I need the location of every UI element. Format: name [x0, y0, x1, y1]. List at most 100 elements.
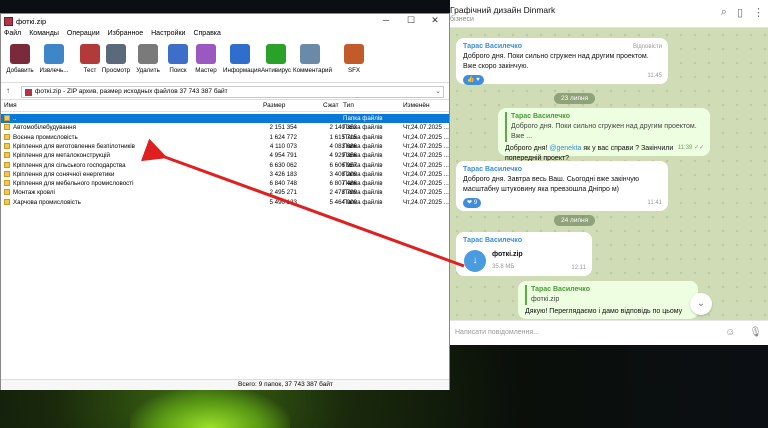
cell-name: Монтаж кровлі	[13, 189, 55, 197]
cell-size: 2 495 271	[269, 189, 297, 197]
table-row[interactable]: Кріплення для сонячної енергетики 3 426 1…	[1, 170, 449, 179]
comment-icon	[300, 44, 320, 64]
search-icon[interactable]: ⌕	[721, 6, 727, 19]
chat-area[interactable]: Тарас Василечко Відповісти Доброго дня. …	[450, 28, 768, 320]
menu-file[interactable]: Файл	[4, 30, 21, 42]
message-time: 12:11	[571, 265, 586, 271]
table-row[interactable]: Кріплення для мебельного промисловості 6 …	[1, 179, 449, 188]
message-input[interactable]: Написати повідомлення...	[455, 329, 539, 336]
cell-type: Папка файлів	[343, 198, 383, 206]
toolbar-button-add[interactable]: Добавить	[3, 44, 37, 82]
file-name[interactable]: фоткі.zip	[492, 250, 523, 260]
table-row[interactable]: Автомобілебудування 2 151 354 2 140 353 Пап…	[1, 123, 449, 132]
toolbar-button-delete[interactable]: Удалить	[131, 44, 165, 82]
folder-icon	[4, 161, 10, 168]
menu-settings[interactable]: Настройки	[151, 30, 185, 42]
chevron-down-icon[interactable]: ⌄	[435, 87, 441, 95]
file-message-bubble[interactable]: Тарас Василечко ↓ фоткі.zip 35.8 МБ 12:1…	[456, 232, 592, 276]
cell-size: 2 151 354	[269, 124, 297, 132]
column-modified[interactable]: Изменён	[403, 102, 430, 109]
menu-operations[interactable]: Операции	[67, 30, 100, 42]
column-packed[interactable]: Сжат	[323, 102, 339, 109]
table-row[interactable]: Монтаж кровлі 2 495 271 2 478 799 Папка фай…	[1, 188, 449, 197]
column-size[interactable]: Размер	[263, 102, 285, 109]
table-row[interactable]: Кріплення для сільського господарства 6 6…	[1, 161, 449, 170]
cell-type: Папка файлів	[343, 152, 383, 160]
menu-help[interactable]: Справка	[193, 30, 220, 42]
info-icon	[230, 44, 250, 64]
message-bubble-outgoing[interactable]: Тарас Василечко Доброго дня. Поки сильно…	[498, 108, 710, 162]
toolbar-label: Удалить	[136, 67, 160, 74]
antivirus-icon	[266, 44, 286, 64]
emoji-icon[interactable]: ☺	[725, 327, 735, 338]
cell-name: Харчова промисловість	[13, 198, 81, 206]
path-text: фоткі.zip - ZIP архив, размер исходных ф…	[35, 88, 228, 95]
input-icons: ☺ 🎙	[725, 327, 762, 338]
maximize-icon[interactable]: ☐	[401, 15, 421, 26]
file-list[interactable]: Имя Размер Сжат Тип Изменён .. Папка файл…	[1, 101, 449, 371]
toolbar-label: SFX	[347, 67, 361, 74]
message-sender[interactable]: Тарас Василечко	[463, 165, 661, 175]
cell-modified: Чт,24.07.2025 ...	[403, 152, 449, 160]
more-icon[interactable]: ⋮	[753, 6, 764, 19]
up-arrow-icon[interactable]: ↑	[6, 86, 10, 95]
reaction-badge[interactable]: 👍 ♥	[463, 75, 484, 85]
message-sender[interactable]: Тарас Василечко	[463, 236, 585, 246]
column-type[interactable]: Тип	[343, 102, 354, 109]
tent-glow	[130, 388, 290, 428]
mention-link[interactable]: @genekta	[549, 145, 581, 152]
reply-quote[interactable]: Тарас Василечко Доброго дня. Поки сильно…	[505, 112, 703, 142]
cell-size: 6 630 062	[269, 161, 297, 169]
microphone-icon[interactable]: 🎙	[749, 327, 762, 338]
message-bubble-outgoing[interactable]: Тарас Василечко фоткі.zip Дякую! Перегля…	[518, 281, 698, 319]
sidebar-icon[interactable]: ▯	[737, 6, 743, 19]
toolbar-button-info[interactable]: Информация	[223, 44, 261, 82]
close-icon[interactable]: ✕	[425, 15, 445, 26]
search-icon	[168, 44, 188, 64]
toolbar-button-extract[interactable]: Извлечь...	[37, 44, 71, 82]
minimize-icon[interactable]: ─	[376, 15, 396, 25]
folder-icon	[4, 142, 10, 149]
table-row[interactable]: Кріплення для металоконструкцій 4 954 791…	[1, 151, 449, 160]
file-size: 35.8 МБ	[492, 264, 515, 270]
cell-modified: Чт,24.07.2025 ...	[403, 170, 449, 178]
table-row[interactable]: Харчова промисловість 5 490 133 5 464 000 П…	[1, 198, 449, 207]
toolbar-label: Информация	[223, 67, 261, 74]
reaction-badge[interactable]: ❤ 9	[463, 198, 482, 208]
menu-commands[interactable]: Команды	[29, 30, 59, 42]
path-field[interactable]: фоткі.zip - ZIP архив, размер исходных ф…	[21, 86, 444, 98]
file-download-icon[interactable]: ↓	[464, 250, 486, 272]
column-header: Имя Размер Сжат Тип Изменён	[1, 101, 449, 112]
cell-modified: Чт,24.07.2025 ...	[403, 180, 449, 188]
table-row[interactable]: .. Папка файлів	[1, 114, 449, 124]
toolbar: Добавить Извлечь... Тест Просмотр Удалить Пои…	[1, 43, 449, 83]
toolbar-label: Просмотр	[101, 67, 131, 74]
toolbar-button-view[interactable]: Просмотр	[99, 44, 133, 82]
cell-size: 4 110 073	[269, 142, 297, 150]
folder-icon	[4, 152, 10, 159]
toolbar-button-comment[interactable]: Комментарий	[293, 44, 332, 82]
table-row[interactable]: Кріплення для виготовлення безпілотників…	[1, 142, 449, 151]
chat-title[interactable]: Графічний дизайн Dinmark	[450, 5, 555, 15]
table-row[interactable]: Воєнна промисловість 1 624 772 1 615 715 Па…	[1, 133, 449, 142]
archive-icon	[25, 89, 32, 96]
message-bubble[interactable]: Тарас Василечко Відповісти Доброго дня. …	[456, 38, 668, 85]
toolbar-button-sfx[interactable]: SFX	[337, 44, 371, 82]
scroll-down-icon[interactable]: ⌄	[690, 293, 712, 315]
view-icon	[106, 44, 126, 64]
quote-text: фоткі.zip	[531, 296, 560, 303]
toolbar-button-wizard[interactable]: Мастер	[189, 44, 223, 82]
sfx-icon	[344, 44, 364, 64]
message-bubble[interactable]: Тарас Василечко Доброго дня. Завтра весь…	[456, 161, 668, 211]
toolbar-label: Антивирус	[260, 67, 292, 74]
cell-name: ..	[13, 115, 17, 122]
reply-quote[interactable]: Тарас Василечко фоткі.zip	[525, 285, 691, 305]
winrar-window: фоткі.zip ─ ☐ ✕ Файл Команды Операции Из…	[0, 13, 450, 390]
message-time: 11:41	[647, 200, 662, 206]
wizard-icon	[196, 44, 216, 64]
toolbar-button-antivirus[interactable]: Антивирус	[259, 44, 293, 82]
column-name[interactable]: Имя	[4, 102, 17, 109]
window-titlebar[interactable]: фоткі.zip ─ ☐ ✕	[1, 14, 449, 30]
menu-favorites[interactable]: Избранное	[108, 30, 143, 42]
message-sender[interactable]: Тарас Василечко	[463, 42, 661, 52]
